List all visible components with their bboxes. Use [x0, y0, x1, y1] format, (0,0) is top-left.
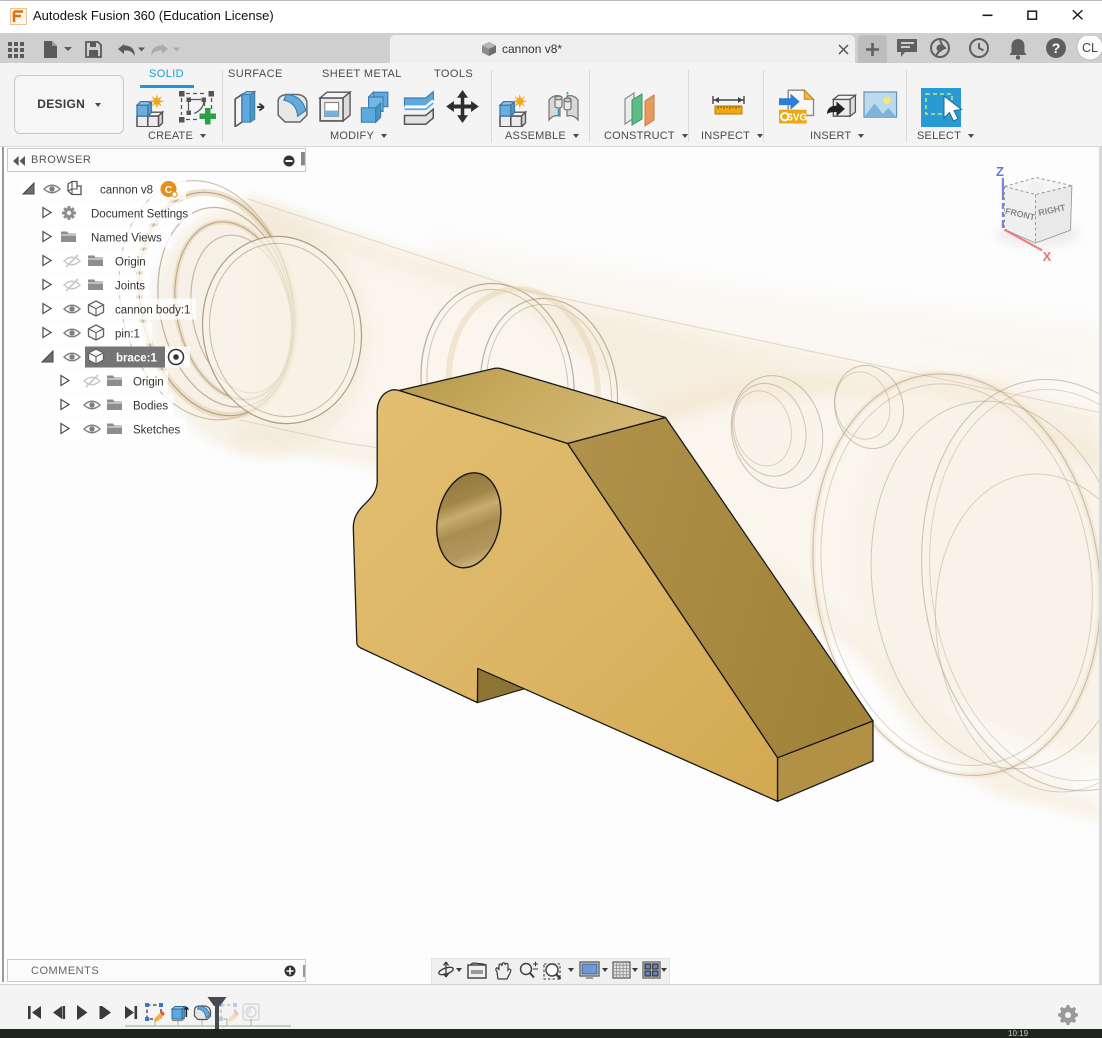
svg-text:Sketches: Sketches — [133, 425, 181, 437]
svg-text:brace:1: brace:1 — [116, 353, 158, 365]
svg-text:cannon v8: cannon v8 — [100, 185, 153, 197]
svg-text:SVG: SVG — [787, 113, 808, 124]
svg-text:Named Views: Named Views — [91, 233, 162, 245]
svg-text:Joints: Joints — [115, 281, 145, 293]
svg-text:?: ? — [1052, 40, 1061, 56]
svg-text:Bodies: Bodies — [133, 401, 168, 413]
svg-text:Origin: Origin — [115, 257, 146, 269]
svg-text:X: X — [1043, 249, 1052, 264]
svg-text:CL: CL — [1082, 41, 1098, 55]
svg-text:Origin: Origin — [133, 377, 164, 389]
svg-text:cannon body:1: cannon body:1 — [115, 305, 190, 317]
svg-text:Z: Z — [996, 164, 1004, 179]
svg-text:pin:1: pin:1 — [115, 329, 140, 341]
svg-text:Document Settings: Document Settings — [91, 209, 188, 221]
